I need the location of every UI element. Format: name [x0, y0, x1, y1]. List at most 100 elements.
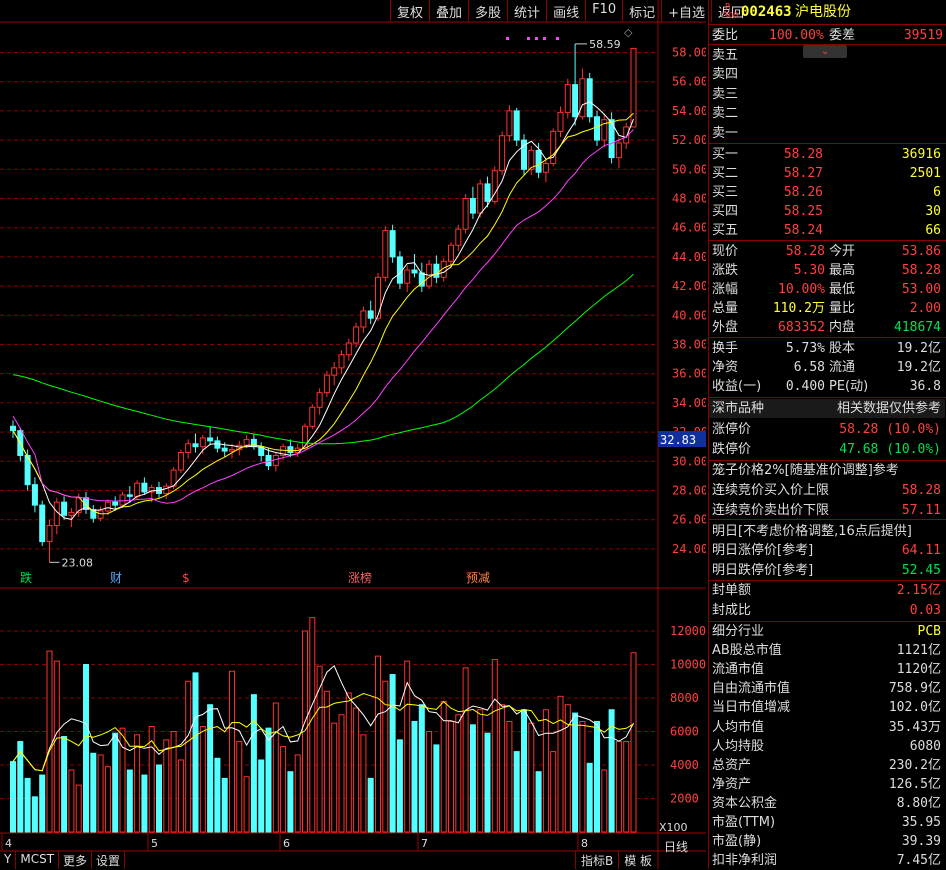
- volume-bar: [630, 652, 637, 833]
- volume-bar: [126, 769, 133, 833]
- buy-level-row: 买四 58.25 30: [709, 202, 945, 221]
- bottom-tab[interactable]: 更多: [59, 851, 93, 869]
- volume-bar: [272, 702, 279, 833]
- fundamental-row: 当日市值增减 102.0亿: [709, 698, 945, 717]
- volume-bar: [345, 692, 352, 833]
- toolbar-button[interactable]: 多股: [468, 0, 507, 22]
- volume-bar: [236, 741, 243, 833]
- fundamental-label: 细分行业: [712, 624, 765, 639]
- candle-body: [484, 183, 491, 202]
- quote-label: 涨跌: [712, 263, 739, 278]
- volume-bar: [294, 754, 301, 833]
- fundamental-value: 35.43万: [888, 719, 941, 735]
- toolbar-button[interactable]: 画线: [546, 0, 585, 22]
- signal-dot: [556, 37, 559, 40]
- fundamental-row: 细分行业 PCB: [709, 622, 945, 641]
- volume-bar: [192, 672, 199, 833]
- sell-level-row: 卖五: [709, 46, 945, 65]
- bottom-tab[interactable]: 设置: [92, 851, 126, 869]
- price-tick-label: 52.00: [672, 133, 706, 147]
- quote-row: 现价 58.28 今开 53.86: [709, 242, 945, 261]
- sell-level-row: 卖四: [709, 65, 945, 84]
- r-badge: R: [725, 2, 731, 11]
- stat-value: 5.73%: [785, 341, 825, 356]
- limit-row: 跌停价 47.68 (10.0%): [709, 440, 945, 459]
- volume-bar: [250, 694, 257, 833]
- candle-body: [557, 111, 564, 132]
- cage-title: 笼子价格2%[随基准价调整]参考: [709, 461, 945, 480]
- sell-level-label: 卖三: [712, 86, 739, 102]
- candle-body: [455, 228, 462, 246]
- volume-bar: [53, 660, 60, 833]
- candle-body: [119, 494, 126, 506]
- fundamental-label: 市盈(TTM): [712, 815, 776, 830]
- bottom-right-tab[interactable]: 指标B: [575, 851, 618, 869]
- toolbar-button[interactable]: +自选: [661, 0, 711, 22]
- fundamental-row: 扣非净利润 7.45亿: [709, 851, 945, 870]
- stat-row: 换手 5.73% 股本 19.2亿: [709, 339, 945, 358]
- volume-bar: [542, 709, 549, 833]
- toolbar-button[interactable]: 复权: [390, 0, 429, 22]
- signal-dot: [506, 37, 509, 40]
- candle-body: [615, 142, 622, 159]
- volume-bar: [17, 741, 24, 833]
- candle-body: [353, 326, 360, 344]
- bottom-tabs: Y MCST 更多 设置: [0, 851, 126, 869]
- toolbar-button[interactable]: 统计: [507, 0, 546, 22]
- quote-label: 最低: [829, 282, 856, 297]
- toolbar-button[interactable]: 标记: [622, 0, 661, 22]
- candle-body: [126, 494, 133, 497]
- candle-body: [499, 135, 506, 172]
- order-ratio-row: 委比 100.00% 委差 39519: [709, 26, 945, 45]
- high-label: 58.59: [589, 38, 621, 51]
- candle-body: [163, 485, 170, 494]
- candle-body: [404, 269, 411, 284]
- toolbar-button[interactable]: F10: [585, 0, 622, 22]
- candle-body: [477, 183, 484, 214]
- period-label[interactable]: 日线: [664, 838, 688, 855]
- volume-bar: [426, 731, 433, 833]
- kline-chart[interactable]: 58.00 56.00 54.00 52.00 50.00 48.00 46.00 44.00…: [0, 0, 706, 869]
- buy-level-volume: 6: [933, 185, 941, 200]
- volume-bar: [287, 771, 294, 833]
- kline-chart-area[interactable]: 58.00 56.00 54.00 52.00 50.00 48.00 46.00 44.00…: [0, 0, 744, 869]
- candle-body: [462, 198, 469, 230]
- quote-label: 涨幅: [712, 282, 739, 297]
- volume-bar: [141, 774, 148, 833]
- volume-bar: [448, 720, 454, 833]
- volume-unit: X100: [659, 821, 688, 834]
- candle-body: [360, 310, 367, 328]
- month-label: 7: [421, 837, 428, 850]
- month-label: 6: [283, 837, 290, 850]
- volume-bar: [353, 707, 360, 833]
- toolbar-button[interactable]: 叠加: [429, 0, 468, 22]
- candle-body: [214, 440, 221, 449]
- quote-value: 10.00%: [778, 282, 825, 297]
- candle-body: [411, 269, 418, 274]
- volume-bar: [499, 704, 506, 833]
- volume-bar: [207, 704, 214, 833]
- candle-body: [579, 78, 586, 118]
- volume-bar: [338, 714, 345, 833]
- quote-label: 内盘: [829, 320, 856, 335]
- fundamental-value: PCB: [917, 624, 941, 639]
- bottom-tab[interactable]: Y: [0, 851, 17, 869]
- candle-body: [287, 446, 294, 454]
- candle-body: [265, 454, 272, 467]
- bottom-tab[interactable]: MCST: [16, 851, 60, 869]
- bottom-right-tab[interactable]: 模 板: [618, 851, 657, 869]
- signal-dot: [527, 37, 530, 40]
- limit-value: 58.28 (10.0%): [839, 422, 941, 437]
- volume-bar: [112, 732, 119, 833]
- candle-body: [572, 84, 579, 118]
- stat-row: 净资 6.58 流通 19.2亿: [709, 358, 945, 377]
- event-marker: 跌: [20, 570, 32, 585]
- volume-tick-label: 6000: [670, 725, 699, 739]
- fundamental-label: 自由流通市值: [712, 681, 791, 697]
- candle-body: [309, 406, 316, 427]
- volume-bar: [75, 784, 82, 833]
- volume-bar: [521, 709, 527, 833]
- candle-body: [192, 443, 199, 448]
- quote-value: 53.00: [901, 282, 941, 297]
- order-diff-value: 39519: [903, 28, 943, 43]
